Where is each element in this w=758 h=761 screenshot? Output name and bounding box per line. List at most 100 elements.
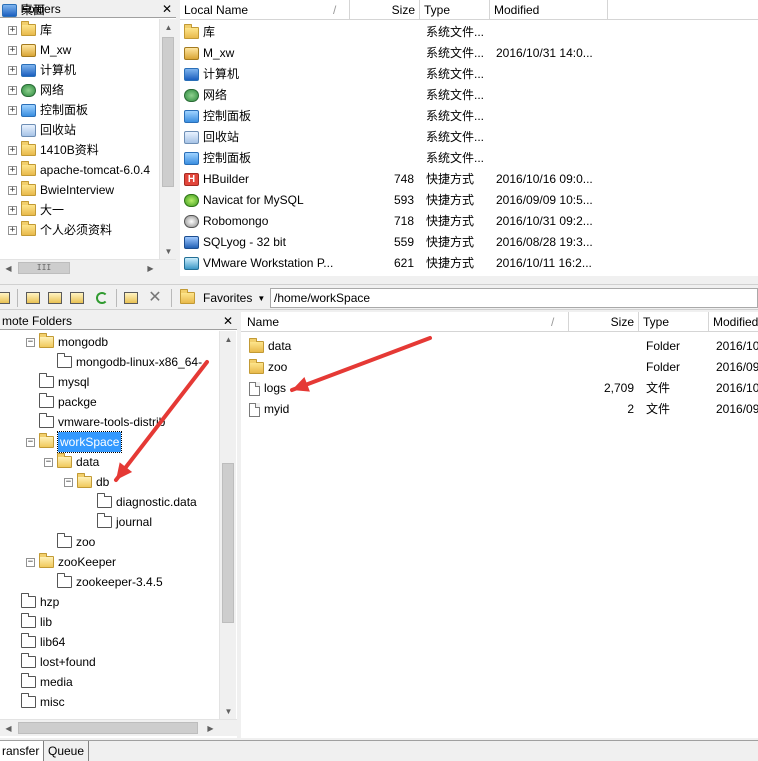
remote-tree-item[interactable]: − mongodb [26, 332, 108, 352]
remote-tree-item[interactable]: zookeeper-3.4.5 [44, 572, 163, 592]
root-folder-button[interactable] [46, 289, 64, 306]
local-list-row[interactable]: 控制面板 系统文件... [180, 148, 758, 169]
expand-toggle-icon[interactable]: + [8, 205, 17, 215]
expand-toggle-icon[interactable] [8, 678, 17, 687]
local-list-row[interactable]: 回收站 系统文件... [180, 127, 758, 148]
tab-transfer[interactable]: ransfer [0, 741, 45, 761]
expand-toggle-icon[interactable]: − [26, 557, 35, 567]
column-size[interactable]: Size [569, 312, 639, 332]
expand-toggle-icon[interactable] [44, 358, 53, 367]
local-list-row[interactable]: 网络 系统文件... [180, 85, 758, 106]
remote-tree-item[interactable]: − db [64, 472, 109, 492]
remote-list-row[interactable]: data Folder 2016/10 [241, 336, 758, 357]
scroll-right-icon[interactable]: ▶ [142, 260, 159, 276]
expand-toggle-icon[interactable]: + [8, 25, 17, 35]
remote-tree-item[interactable]: lost+found [8, 652, 96, 672]
local-tree-item[interactable]: 回收站 [8, 120, 76, 140]
scroll-down-icon[interactable]: ▼ [160, 243, 176, 260]
remote-list-row[interactable]: myid 2 文件 2016/09 [241, 399, 758, 420]
local-list-row[interactable]: 控制面板 系统文件... [180, 106, 758, 127]
remote-tree-item[interactable]: journal [84, 512, 152, 532]
column-type[interactable]: Type [420, 0, 490, 20]
remote-folders-vscroll[interactable]: ▲ ▼ [219, 331, 236, 720]
expand-toggle-icon[interactable]: − [64, 477, 73, 487]
expand-toggle-icon[interactable]: + [8, 85, 17, 95]
local-list-row[interactable]: Navicat for MySQL 593 快捷方式 2016/09/09 10:5.… [180, 190, 758, 211]
expand-toggle-icon[interactable] [84, 518, 93, 527]
remote-tree-item[interactable]: packge [26, 392, 97, 412]
local-folders-vscroll[interactable]: ▲ ▼ [159, 19, 176, 260]
local-list-row[interactable]: VMware Workstation P... 621 快捷方式 2016/10/11… [180, 253, 758, 274]
remote-tree-item[interactable]: lib64 [8, 632, 65, 652]
parent-folder-button[interactable] [24, 289, 42, 306]
local-list-row[interactable]: Robomongo 718 快捷方式 2016/10/31 09:2... [180, 211, 758, 232]
expand-toggle-icon[interactable] [8, 618, 17, 627]
expand-toggle-icon[interactable]: − [44, 457, 53, 467]
local-list-row[interactable]: SQLyog - 32 bit 559 快捷方式 2016/08/28 19:3... [180, 232, 758, 253]
scroll-right-icon[interactable]: ▶ [202, 720, 219, 737]
local-tree-item[interactable]: +1410B资料 [8, 140, 99, 160]
scroll-up-icon[interactable]: ▲ [220, 331, 237, 348]
local-list-row[interactable]: 库 系统文件... [180, 22, 758, 43]
expand-toggle-icon[interactable]: + [8, 145, 17, 155]
expand-toggle-icon[interactable] [44, 538, 53, 547]
expand-toggle-icon[interactable] [8, 126, 17, 135]
remote-folders-hscroll[interactable]: ◀ ▶ [0, 719, 237, 736]
expand-toggle-icon[interactable]: − [26, 337, 35, 347]
expand-toggle-icon[interactable]: + [8, 185, 17, 195]
remote-path-input[interactable] [270, 288, 758, 308]
column-modified[interactable]: Modified [709, 312, 758, 332]
local-list-row[interactable]: H HBuilder 748 快捷方式 2016/10/16 09:0... [180, 169, 758, 190]
close-local-folders-icon[interactable]: ✕ [162, 0, 172, 17]
new-folder-button[interactable] [122, 289, 140, 306]
local-folders-hscroll[interactable]: ◀ III ▶ [0, 259, 176, 276]
scroll-up-icon[interactable]: ▲ [160, 19, 176, 36]
tab-queue[interactable]: Queue [44, 741, 90, 761]
scroll-thumb-h[interactable] [18, 722, 198, 734]
column-name[interactable]: Name / [241, 312, 569, 332]
remote-tree-item[interactable]: mysql [26, 372, 89, 392]
expand-toggle-icon[interactable]: + [8, 65, 17, 75]
expand-toggle-icon[interactable] [8, 698, 17, 707]
remote-tree-item[interactable]: zoo [44, 532, 95, 552]
remote-tree-item[interactable]: hzp [8, 592, 59, 612]
expand-toggle-icon[interactable] [26, 398, 35, 407]
home-button[interactable] [68, 289, 86, 306]
remote-list-row[interactable]: logs 2,709 文件 2016/10 [241, 378, 758, 399]
local-tree-item[interactable]: + M_xw [8, 40, 71, 60]
local-tree-item[interactable]: + BwieInterview [8, 180, 114, 200]
local-tree-item[interactable]: + 个人必须资料 [8, 220, 112, 240]
column-size[interactable]: Size [350, 0, 420, 20]
local-list-row[interactable]: M_xw 系统文件... 2016/10/31 14:0... [180, 43, 758, 64]
scroll-thumb-h[interactable]: III [18, 262, 70, 274]
column-local-name[interactable]: Local Name / [180, 0, 350, 20]
expand-toggle-icon[interactable] [8, 638, 17, 647]
local-tree-item[interactable]: + 控制面板 [8, 100, 88, 120]
local-list-row[interactable]: 计算机 系统文件... [180, 64, 758, 85]
expand-toggle-icon[interactable]: + [8, 105, 17, 115]
remote-list-row[interactable]: zoo Folder 2016/09 [241, 357, 758, 378]
expand-toggle-icon[interactable]: − [26, 437, 35, 447]
expand-toggle-icon[interactable]: + [8, 45, 17, 55]
expand-toggle-icon[interactable] [26, 418, 35, 427]
column-modified[interactable]: Modified [490, 0, 608, 20]
expand-toggle-icon[interactable] [8, 658, 17, 667]
remote-tree-item[interactable]: − zooKeeper [26, 552, 116, 572]
local-tree-item[interactable]: + apache-tomcat-6.0.4 [8, 160, 150, 180]
remote-tree-item[interactable]: lib [8, 612, 52, 632]
local-tree-item[interactable]: + 库 [8, 20, 52, 40]
remote-tree-item[interactable]: − data [44, 452, 99, 472]
remote-tree-item[interactable]: − workSpace [26, 431, 123, 453]
refresh-button[interactable] [93, 289, 111, 306]
scroll-left-icon[interactable]: ◀ [0, 720, 17, 737]
favorites-dropdown[interactable]: Favorites ▼ [180, 288, 265, 308]
close-remote-folders-icon[interactable]: ✕ [223, 312, 233, 329]
expand-toggle-icon[interactable] [26, 378, 35, 387]
column-type[interactable]: Type [639, 312, 709, 332]
scroll-down-icon[interactable]: ▼ [220, 703, 237, 720]
expand-toggle-icon[interactable] [44, 578, 53, 587]
local-tree-item[interactable]: 桌面 [2, 0, 45, 20]
remote-tree-item[interactable]: diagnostic.data [84, 492, 197, 512]
local-tree-item[interactable]: + 网络 [8, 80, 64, 100]
remote-tree-item[interactable]: mongodb-linux-x86_64- [44, 352, 202, 372]
